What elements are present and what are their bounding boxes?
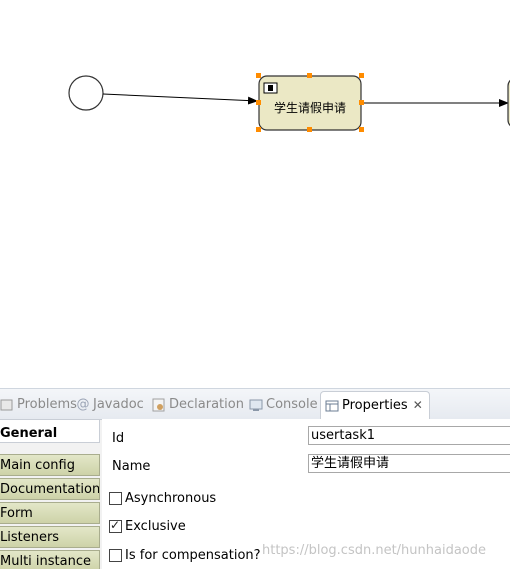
properties-icon — [325, 400, 339, 411]
start-event[interactable] — [68, 75, 104, 111]
exclusive-checkbox[interactable]: ✓ — [109, 518, 122, 533]
asynchronous-label: Asynchronous — [125, 491, 217, 506]
id-field[interactable]: usertask1 — [308, 426, 510, 445]
sequence-flow-1[interactable] — [102, 93, 258, 105]
sidebar-item-multi-instance[interactable]: Multi instance — [0, 550, 100, 569]
close-icon[interactable]: ✕ — [413, 398, 423, 412]
id-label: Id — [112, 431, 125, 446]
user-task-label: 学生请假申请 — [274, 100, 346, 115]
problems-icon — [0, 399, 13, 410]
sidebar-item-listeners[interactable]: Listeners — [0, 526, 100, 548]
diagram-svg: 学生请假申请 — [68, 73, 510, 132]
tab-console[interactable]: Console — [249, 395, 318, 417]
properties-panel: Problems @ Javadoc Declaration Console Pr… — [0, 388, 510, 569]
tab-properties[interactable]: Properties ✕ — [320, 391, 430, 419]
check-icon: ✓ — [110, 518, 121, 532]
exclusive-label: Exclusive — [125, 519, 186, 534]
tab-declaration[interactable]: Declaration — [152, 395, 244, 417]
sidebar-item-main-config[interactable]: Main config — [0, 454, 100, 476]
tab-problems[interactable]: Problems — [0, 395, 77, 417]
name-label: Name — [112, 459, 151, 474]
console-icon — [249, 399, 263, 411]
asynchronous-checkbox[interactable] — [109, 492, 122, 505]
declaration-icon — [152, 398, 165, 411]
compensation-checkbox[interactable] — [109, 549, 122, 562]
at-icon: @ — [76, 396, 90, 412]
compensation-label: Is for compensation? — [125, 548, 261, 563]
user-task-node[interactable]: 学生请假申请 — [258, 75, 362, 131]
tab-javadoc[interactable]: @ Javadoc — [76, 395, 144, 417]
watermark: https://blog.csdn.net/hunhaidaode — [262, 543, 487, 558]
name-field[interactable]: 学生请假申请 — [308, 454, 510, 473]
sidebar-item-documentation[interactable]: Documentation — [0, 478, 100, 500]
view-tabbar: Problems @ Javadoc Declaration Console Pr… — [0, 389, 510, 420]
sidebar-item-general[interactable]: General — [0, 419, 100, 443]
process-diagram-canvas[interactable]: 学生请假申请 — [0, 0, 510, 388]
sidebar-item-form[interactable]: Form — [0, 502, 100, 524]
